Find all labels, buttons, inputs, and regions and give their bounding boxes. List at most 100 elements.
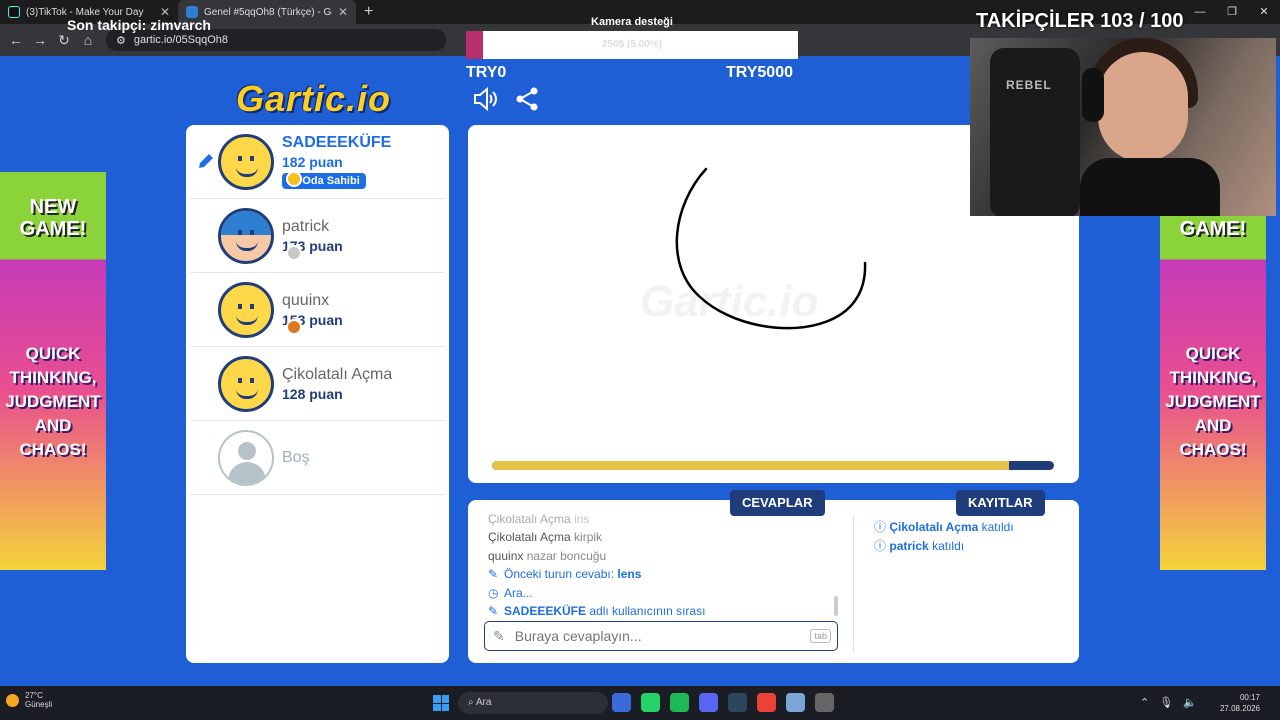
previous-answer-message: ✎ Önceki turun cevabı: lens <box>488 565 838 583</box>
volume-icon[interactable]: 🔈 <box>1183 696 1197 709</box>
list-item: Çikolatalı Açma kirpik <box>488 530 603 545</box>
searching-message: ◷ Ara... <box>488 584 838 602</box>
maximize-icon[interactable]: ❐ <box>1216 0 1248 24</box>
right-ad-banner[interactable]: NEW GAME! QUICK THINKING, JUDGMENT AND C… <box>1160 172 1266 570</box>
player-row[interactable]: SADEEEKÜFE 182 puan ☺ Oda Sahibi <box>190 125 445 199</box>
goal-max-label: TRY5000 <box>726 64 793 81</box>
info-icon: ⓘ <box>874 520 887 534</box>
tab-logs[interactable]: KAYITLAR <box>956 490 1045 516</box>
sound-icon[interactable] <box>472 86 498 112</box>
status-dot <box>286 245 302 261</box>
player-name: Çikolatalı Açma <box>282 365 393 383</box>
window-controls: — ❐ ✕ <box>1184 0 1280 24</box>
chair-brand: REBEL <box>1006 78 1052 92</box>
webcam-feed: REBEL <box>970 38 1276 216</box>
left-ad-banner[interactable]: NEW GAME! QUICK THINKING, JUDGMENT AND C… <box>0 172 106 570</box>
answers-scrollbar[interactable] <box>834 596 838 616</box>
minimize-icon[interactable]: — <box>1184 0 1216 24</box>
ad-slogan: QUICK THINKING, JUDGMENT AND CHAOS! <box>1165 344 1261 459</box>
discord-icon[interactable] <box>699 693 718 712</box>
chat-divider <box>853 516 854 652</box>
pinned-apps <box>612 693 834 712</box>
empty-player-slot[interactable]: Boş <box>190 421 445 495</box>
list-item: ⓘ patrick katıldı <box>874 539 965 553</box>
avatar <box>218 133 274 190</box>
back-icon[interactable]: ← <box>4 28 28 52</box>
gaming-chair <box>990 48 1080 216</box>
tab-key-hint: tab <box>810 629 831 643</box>
app-icon[interactable] <box>786 693 805 712</box>
empty-slot-label: Boş <box>282 448 310 466</box>
player-row[interactable]: patrick 173 puan <box>190 199 445 273</box>
chrome-icon[interactable] <box>757 693 776 712</box>
clock-icon: ◷ <box>488 585 499 600</box>
steam-icon[interactable] <box>728 693 747 712</box>
streamer-face <box>1098 52 1188 162</box>
windows-start-icon[interactable] <box>433 695 449 711</box>
player-name: patrick <box>282 217 330 235</box>
camera-goal-text: 250$ (5.00%) <box>601 39 663 50</box>
tab-title: Genel #5qqOh8 (Türkçe) - Gartic.io <box>204 6 332 18</box>
goal-min-label: TRY0 <box>466 64 507 81</box>
pencil-icon: ✎ <box>488 567 499 582</box>
taskbar-clock[interactable]: 00:17 27.08.2026 <box>1218 692 1260 714</box>
pencil-icon: ✎ <box>488 603 499 618</box>
site-info-icon[interactable]: ⚙ <box>116 34 126 47</box>
list-item: ⓘ Çikolatalı Açma katıldı <box>874 520 1014 534</box>
tab-title: (3)TikTok - Make Your Day <box>26 6 144 18</box>
ad-headline: NEW GAME! <box>19 196 87 240</box>
round-timer-fill <box>492 461 1010 470</box>
whatsapp-icon[interactable] <box>641 693 660 712</box>
avatar <box>218 207 274 264</box>
weather-widget[interactable]: 27°C Güneşli <box>6 691 52 709</box>
camera-goal-bar: 250$ (5.00%) <box>466 31 798 59</box>
logs-list: ⓘ Çikolatalı Açma katıldı ⓘ patrick katı… <box>874 518 1014 556</box>
new-tab-button[interactable]: + <box>356 3 381 21</box>
spotify-icon[interactable] <box>670 693 689 712</box>
browser-app-icon[interactable] <box>612 693 631 712</box>
followers-counter: TAKİPÇİLER 103 / 100 <box>976 10 1184 32</box>
system-tray: ⌃ 🎙 🔈 <box>1140 696 1197 709</box>
player-name: quuinx <box>282 291 330 309</box>
gartic-logo[interactable]: Gartic.io <box>236 78 391 120</box>
empty-avatar-icon <box>218 429 274 486</box>
status-dot <box>286 171 302 187</box>
windows-taskbar: 27°C Güneşli ⌕ Ara ⌃ 🎙 🔈 00:17 27.08.2026 <box>0 686 1280 720</box>
ad-slogan: QUICK THINKING, JUDGMENT AND CHAOS! <box>5 344 101 459</box>
camera-goal-label: Kamera desteği <box>591 16 673 28</box>
tiktok-icon <box>8 6 20 18</box>
info-icon: ⓘ <box>874 539 887 553</box>
player-points: 182 puan <box>282 154 343 170</box>
chevron-up-icon[interactable]: ⌃ <box>1140 696 1149 709</box>
taskbar-search[interactable]: ⌕ Ara <box>458 692 608 714</box>
avatar <box>218 281 274 338</box>
list-item: Çikolatalı Açma iris <box>488 512 590 526</box>
microphone-icon[interactable]: 🎙 <box>1159 696 1173 709</box>
player-points: 128 puan <box>282 385 343 402</box>
pencil-icon: ✎ <box>493 627 505 644</box>
url-text: gartic.io/05SqqOh8 <box>133 34 229 46</box>
round-timer-bar <box>492 461 1054 470</box>
answers-list: Çikolatalı Açma iris Çikolatalı Açma kir… <box>488 510 838 620</box>
players-panel: SADEEEKÜFE 182 puan ☺ Oda Sahibi patrick… <box>186 125 449 663</box>
status-dot <box>286 319 302 335</box>
player-row[interactable]: quuinx 153 puan <box>190 273 445 347</box>
player-name: SADEEEKÜFE <box>282 134 392 151</box>
share-icon[interactable] <box>514 86 540 112</box>
last-follower-label: Son takipçi: zimvarch <box>67 17 211 33</box>
answer-input[interactable] <box>514 628 801 644</box>
streamer-body <box>1080 158 1220 216</box>
player-row[interactable]: Çikolatalı Açma 128 puan <box>190 347 445 421</box>
answer-input-field[interactable]: ✎ tab <box>484 621 838 651</box>
sun-icon <box>6 693 19 707</box>
close-tab-icon[interactable]: ✕ <box>338 5 348 19</box>
chat-panel: CEVAPLAR KAYITLAR Çikolatalı Açma iris Ç… <box>468 490 1079 663</box>
forward-icon[interactable]: → <box>28 28 52 52</box>
list-item: quuinx nazar boncuğu <box>488 548 607 563</box>
app-icon[interactable] <box>815 693 834 712</box>
drawing-pencil-icon <box>196 151 216 171</box>
turn-message: ✎ SADEEEKÜFE adlı kullanıcının sırası <box>488 602 838 620</box>
headphones-icon <box>1082 68 1104 122</box>
avatar <box>218 355 274 412</box>
close-window-icon[interactable]: ✕ <box>1248 0 1280 24</box>
